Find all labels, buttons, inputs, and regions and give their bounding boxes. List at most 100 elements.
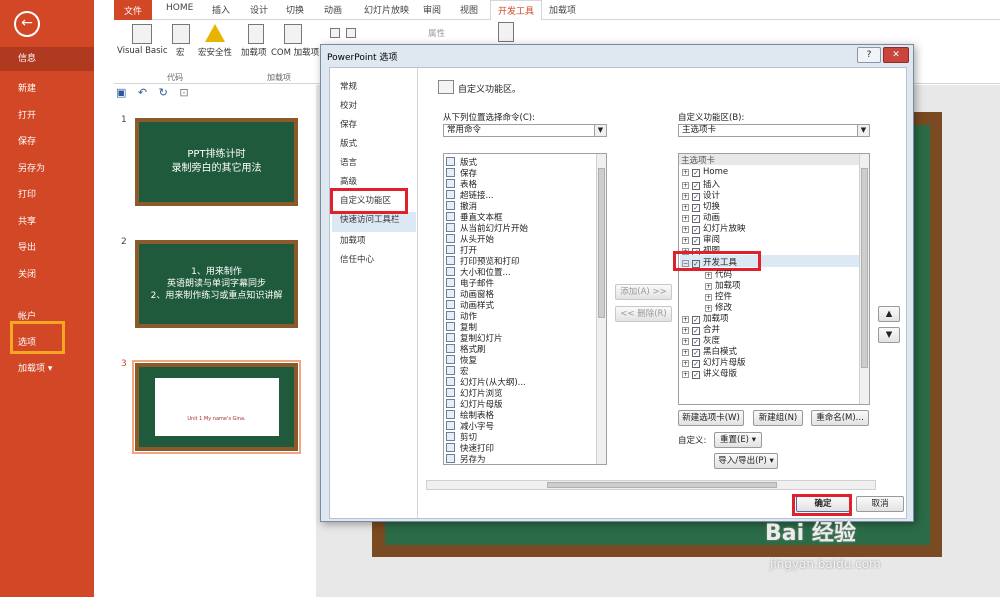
nav-item-addins[interactable]: 加载项 <box>340 234 366 246</box>
scroll-thumb[interactable] <box>861 168 868 368</box>
tab-addins[interactable]: 加载项 <box>549 3 576 16</box>
rename-button[interactable]: 重命名(M)... <box>811 410 869 426</box>
close-button[interactable]: ✕ <box>883 47 909 63</box>
add-button[interactable]: 添加(A) >> <box>615 284 672 300</box>
tab-review[interactable]: 审阅 <box>423 3 441 16</box>
slide-thumbnail-1[interactable]: PPT排练计时 录制旁白的其它用法 <box>135 118 298 206</box>
backstage-item-export[interactable]: 导出 <box>18 240 36 253</box>
backstage-item-info[interactable]: 信息 <box>0 47 94 71</box>
quick-access-toolbar: ▣ ↶ ↻ ⊡ <box>116 86 236 100</box>
backstage-item-addins[interactable]: 加载项 ▾ <box>18 361 52 374</box>
tab-animations[interactable]: 动画 <box>324 3 342 16</box>
nav-item-advanced[interactable]: 高级 <box>340 175 357 187</box>
visual-basic-button[interactable]: Visual Basic <box>117 46 168 56</box>
options-highlight-box <box>10 321 65 354</box>
back-arrow-icon[interactable]: ← <box>14 11 40 37</box>
scroll-thumb[interactable] <box>598 168 605 318</box>
ribbon-tab-bar: 文件 HOME 插入 设计 切换 动画 幻灯片放映 审阅 视图 开发工具 加载项 <box>114 0 1000 21</box>
backstage-item-saveas[interactable]: 另存为 <box>18 161 45 174</box>
list-item[interactable]: 另存为 <box>446 453 486 465</box>
tab-slideshow[interactable]: 幻灯片放映 <box>364 3 409 16</box>
slide-thumbnail-2[interactable]: 1、用来制作 英语朗读与单词字幕同步 2、用来制作练习或重点知识讲解 <box>135 240 298 328</box>
move-up-button[interactable]: ▲ <box>878 306 900 322</box>
macro-button[interactable]: 宏 <box>176 46 185 58</box>
macro-icon <box>172 24 190 44</box>
customize-ribbon-label: 自定义功能区(B): <box>678 113 745 123</box>
com-addins-button[interactable]: COM 加载项 <box>271 46 319 58</box>
commands-from-value: 常用命令 <box>447 125 482 135</box>
backstage-item-print[interactable]: 打印 <box>18 187 36 200</box>
slide-text: PPT排练计时 <box>187 149 246 160</box>
watermark-url: jingyan.baidu.com <box>770 557 881 571</box>
slide-number: 1 <box>121 115 127 125</box>
nav-item-quick-access[interactable]: 快速访问工具栏 <box>340 213 400 225</box>
nav-item-save[interactable]: 保存 <box>340 118 357 130</box>
chevron-down-icon: ▼ <box>594 125 606 136</box>
group-addins-label: 加载项 <box>267 73 291 82</box>
nav-item-language[interactable]: 语言 <box>340 156 357 168</box>
slide-text: 2、用来制作练习或重点知识讲解 <box>150 291 283 301</box>
commands-from-select[interactable]: 常用命令 ▼ <box>443 124 607 137</box>
horizontal-scrollbar[interactable] <box>426 480 876 490</box>
tree-scrollbar[interactable] <box>859 154 869 404</box>
nav-item-general[interactable]: 常规 <box>340 80 357 92</box>
dialog-body: 常规 校对 保存 版式 语言 高级 自定义功能区 快速访问工具栏 加载项 信任中… <box>329 67 907 519</box>
backstage-item-close[interactable]: 关闭 <box>18 267 36 280</box>
macro-security-button[interactable]: 宏安全性 <box>198 46 232 58</box>
control-label-icon[interactable] <box>330 28 340 38</box>
tree-item[interactable]: + ✓ 讲义母版 <box>682 367 737 379</box>
scroll-thumb[interactable] <box>547 482 777 488</box>
options-nav: 常规 校对 保存 版式 语言 高级 自定义功能区 快速访问工具栏 加载项 信任中… <box>330 68 418 518</box>
addins-icon <box>248 24 264 44</box>
customize-ribbon-icon <box>438 80 454 94</box>
tab-view[interactable]: 视图 <box>460 3 478 16</box>
tab-developer[interactable]: 开发工具 <box>490 0 543 21</box>
tab-transitions[interactable]: 切换 <box>286 3 304 16</box>
properties-button[interactable]: 属性 <box>428 27 445 39</box>
slide-thumbnail-3[interactable]: Unit 1 My name's Gina. <box>132 360 301 454</box>
tab-design[interactable]: 设计 <box>250 3 268 16</box>
redo-icon[interactable]: ↻ <box>159 86 168 99</box>
tab-home[interactable]: HOME <box>166 3 193 13</box>
commands-list[interactable]: 版式 保存 表格 超链接... 撤消 垂直文本框 从当前幻灯片开始 从头开始 打… <box>443 153 607 465</box>
remove-button[interactable]: << 删除(R) <box>615 306 672 322</box>
cancel-button[interactable]: 取消 <box>856 496 904 512</box>
triangle-down-icon: ▼ <box>885 330 893 340</box>
nav-item-layout[interactable]: 版式 <box>340 137 357 149</box>
customize-qat-icon[interactable]: ⊡ <box>179 86 188 99</box>
import-export-button[interactable]: 导入/导出(P) ▾ <box>714 453 778 469</box>
commands-scrollbar[interactable] <box>596 154 606 464</box>
new-tab-button[interactable]: 新建选项卡(W) <box>678 410 744 426</box>
triangle-up-icon: ▲ <box>885 309 893 319</box>
slide-text: Unit 1 My name's Gina. <box>154 378 279 436</box>
customize-ribbon-highlight <box>330 188 408 214</box>
document-panel-icon[interactable] <box>498 22 514 42</box>
tab-file[interactable]: 文件 <box>114 0 153 20</box>
undo-icon[interactable]: ↶ <box>138 86 147 99</box>
new-group-button[interactable]: 新建组(N) <box>753 410 803 426</box>
watermark-logo: Bai 经验 <box>765 521 856 546</box>
ok-highlight <box>792 494 852 516</box>
move-down-button[interactable]: ▼ <box>878 327 900 343</box>
save-icon[interactable]: ▣ <box>116 86 126 99</box>
section-header: 自定义功能区。 <box>458 85 522 95</box>
backstage-item-share[interactable]: 共享 <box>18 214 36 227</box>
help-button[interactable]: ? <box>857 47 881 63</box>
nav-item-trust-center[interactable]: 信任中心 <box>340 253 374 265</box>
slide-number: 2 <box>121 237 127 247</box>
reset-button[interactable]: 重置(E) ▾ <box>714 432 762 448</box>
nav-item-proofing[interactable]: 校对 <box>340 99 357 111</box>
backstage-sidebar: ← 信息 新建 打开 保存 另存为 打印 共享 导出 关闭 帐户 选项 加载项 … <box>0 0 94 597</box>
ribbon-tabs-value: 主选项卡 <box>682 125 717 135</box>
visual-basic-icon <box>132 24 152 44</box>
backstage-item-new[interactable]: 新建 <box>18 81 36 94</box>
addins-button[interactable]: 加载项 <box>241 46 267 58</box>
commands-from-label: 从下列位置选择命令(C): <box>443 113 535 123</box>
tab-insert[interactable]: 插入 <box>212 3 230 16</box>
backstage-item-open[interactable]: 打开 <box>18 108 36 121</box>
tree-item[interactable]: + ✓ Home <box>682 167 728 177</box>
backstage-item-save[interactable]: 保存 <box>18 134 36 147</box>
ribbon-tree[interactable]: 主选项卡 + ✓ Home + ✓ 插入 + ✓ 设计 + ✓ 切换 + ✓ 动画 + ✓ 幻灯片放映 … <box>673 153 870 405</box>
control-textbox-icon[interactable] <box>346 28 356 38</box>
ribbon-tabs-select[interactable]: 主选项卡 ▼ <box>678 124 870 137</box>
